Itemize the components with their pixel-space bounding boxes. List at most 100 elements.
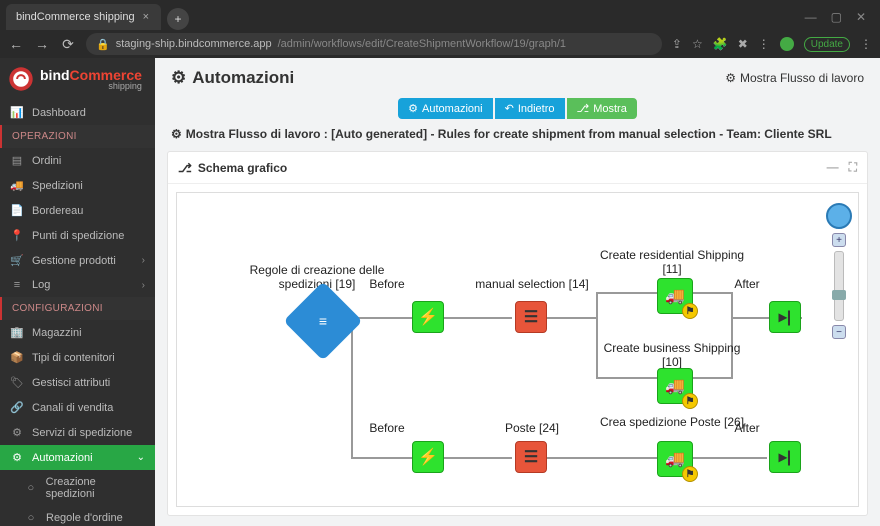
dot-icon: ○ — [24, 512, 38, 524]
chevron-right-icon: › — [142, 255, 145, 266]
node-label-before: Before — [347, 277, 427, 291]
page-subtitle: ⚙Mostra Flusso di lavoro : [Auto generat… — [155, 127, 880, 151]
orders-icon: ▤ — [10, 154, 24, 167]
nav-back-icon[interactable]: ← — [8, 36, 24, 52]
sidebar-item-punti[interactable]: 📍Punti di spedizione — [0, 223, 155, 248]
sidebar-item-tipi-contenitori[interactable]: 📦Tipi di contenitori — [0, 345, 155, 370]
pill-indietro[interactable]: ↶Indietro — [495, 98, 565, 119]
zoom-in-button[interactable]: + — [832, 233, 846, 247]
chevron-down-icon: ⌄ — [137, 452, 145, 463]
sidebar-section-configurazioni: CONFIGURAZIONI — [0, 297, 155, 320]
gear-icon: ⚙ — [725, 71, 736, 85]
filter-icon: ☰ — [524, 307, 538, 327]
sidebar-section-operazioni: OPERAZIONI — [0, 125, 155, 148]
gear-icon: ⚙ — [10, 451, 24, 464]
page-title: ⚙Automazioni — [171, 68, 294, 88]
warehouse-icon: 🏢 — [10, 326, 24, 339]
sidebar-item-automazioni[interactable]: ⚙Automazioni⌄ — [0, 445, 155, 470]
service-icon: ⚙ — [10, 426, 24, 439]
globe-icon[interactable] — [826, 203, 852, 229]
node-create-business[interactable]: 🚚⚑ — [657, 368, 693, 404]
node-poste[interactable]: ☰ — [515, 441, 547, 473]
pill-automazioni[interactable]: ⚙Automazioni — [398, 98, 492, 119]
share-icon[interactable]: ⇪ — [672, 37, 682, 51]
close-tab-icon[interactable]: × — [143, 11, 149, 23]
badge-icon: ⚑ — [682, 466, 698, 482]
show-flow-link[interactable]: ⚙Mostra Flusso di lavoro — [725, 71, 864, 85]
undo-icon: ↶ — [505, 102, 514, 115]
extensions-menu-icon[interactable]: ⋮ — [758, 37, 770, 51]
nav-reload-icon[interactable]: ⟳ — [60, 36, 76, 53]
sidebar-item-canali-vendita[interactable]: 🔗Canali di vendita — [0, 395, 155, 420]
extension-icon[interactable]: 🧩 — [713, 37, 728, 51]
sidebar-item-spedizioni[interactable]: 🚚Spedizioni — [0, 173, 155, 198]
expand-icon[interactable]: ⛶ — [849, 160, 857, 175]
collapse-icon[interactable]: — — [827, 160, 839, 175]
rules-icon: ≡ — [295, 293, 351, 349]
badge-icon: ⚑ — [682, 393, 698, 409]
browser-menu-icon[interactable]: ⋮ — [860, 37, 872, 51]
node-after-1[interactable]: ▸| — [769, 301, 801, 333]
truck-icon: 🚚 — [665, 449, 685, 469]
sidebar-subitem-regole-ordine[interactable]: ○Regole d'ordine — [0, 506, 155, 526]
new-tab-button[interactable]: + — [167, 8, 189, 30]
browser-tab[interactable]: bindCommerce shipping × — [6, 4, 161, 30]
flow-icon: ⚙ — [171, 68, 186, 88]
bolt-icon: ⚡ — [418, 447, 438, 467]
gear-icon: ⚙ — [171, 127, 182, 141]
window-controls: — ▢ ✕ — [805, 10, 874, 24]
zoom-slider[interactable] — [834, 251, 844, 321]
sidebar-item-ordini[interactable]: ▤Ordini — [0, 148, 155, 173]
update-button[interactable]: Update — [804, 37, 850, 52]
flow-icon: ⎇ — [577, 102, 590, 115]
node-before-1[interactable]: ⚡ — [412, 301, 444, 333]
profile-avatar[interactable] — [780, 37, 794, 51]
star-icon[interactable]: ☆ — [692, 37, 703, 51]
window-maximize-icon[interactable]: ▢ — [831, 10, 842, 24]
schema-card: ⎇ Schema grafico — ⛶ — [167, 151, 868, 516]
node-manual-selection[interactable]: ☰ — [515, 301, 547, 333]
brand-logo[interactable]: bindCommerceshipping — [0, 58, 155, 100]
url-path: /admin/workflows/edit/CreateShipmentWork… — [278, 38, 566, 50]
node-label-before-2: Before — [347, 421, 427, 435]
node-label-poste: Poste [24] — [452, 421, 612, 435]
sidebar-item-magazzini[interactable]: 🏢Magazzini — [0, 320, 155, 345]
filter-icon: ☰ — [524, 447, 538, 467]
node-create-residential[interactable]: 🚚⚑ — [657, 278, 693, 314]
node-before-2[interactable]: ⚡ — [412, 441, 444, 473]
nav-forward-icon[interactable]: → — [34, 36, 50, 52]
zoom-handle[interactable] — [832, 290, 846, 300]
end-icon: ▸| — [779, 447, 792, 467]
sidebar: bindCommerceshipping 📊Dashboard OPERAZIO… — [0, 58, 155, 526]
minimap-controls: + − — [826, 203, 852, 339]
node-after-2[interactable]: ▸| — [769, 441, 801, 473]
sidebar-item-log[interactable]: ≡Log› — [0, 273, 155, 297]
node-label-create-res: Create residential Shipping [11] — [592, 248, 752, 276]
browser-tab-title: bindCommerce shipping — [16, 11, 135, 23]
extension-icon[interactable]: ✖ — [738, 37, 748, 51]
bolt-icon: ⚡ — [418, 307, 438, 327]
url-host: staging-ship.bindcommerce.app — [116, 38, 272, 50]
sidebar-item-gestisci-attributi[interactable]: 🏷Gestisci attributi — [0, 370, 155, 395]
sidebar-item-dashboard[interactable]: 📊Dashboard — [0, 100, 155, 125]
pin-icon: 📍 — [10, 229, 24, 242]
window-minimize-icon[interactable]: — — [805, 10, 817, 24]
main-content: ⚙Automazioni ⚙Mostra Flusso di lavoro ⚙A… — [155, 58, 880, 526]
chevron-right-icon: › — [142, 280, 145, 291]
zoom-out-button[interactable]: − — [832, 325, 846, 339]
node-start[interactable]: ≡ — [295, 293, 351, 349]
dot-icon: ○ — [24, 482, 38, 494]
node-label-after: After — [707, 277, 787, 291]
card-title: Schema grafico — [198, 161, 287, 175]
diagram-canvas[interactable]: Regole di creazione delle spedizioni [19… — [176, 192, 859, 507]
sidebar-item-bordereau[interactable]: 📄Bordereau — [0, 198, 155, 223]
address-bar[interactable]: 🔒 staging-ship.bindcommerce.app/admin/wo… — [86, 33, 662, 55]
node-crea-poste[interactable]: 🚚⚑ — [657, 441, 693, 477]
sidebar-item-gestione-prodotti[interactable]: 🛒Gestione prodotti› — [0, 248, 155, 273]
list-icon: ≡ — [10, 279, 24, 291]
pill-mostra[interactable]: ⎇Mostra — [567, 98, 637, 119]
window-close-icon[interactable]: ✕ — [856, 10, 866, 24]
box-icon: 📦 — [10, 351, 24, 364]
sidebar-item-servizi-spedizione[interactable]: ⚙Servizi di spedizione — [0, 420, 155, 445]
sidebar-subitem-creazione-spedizioni[interactable]: ○Creazione spedizioni — [0, 470, 155, 506]
